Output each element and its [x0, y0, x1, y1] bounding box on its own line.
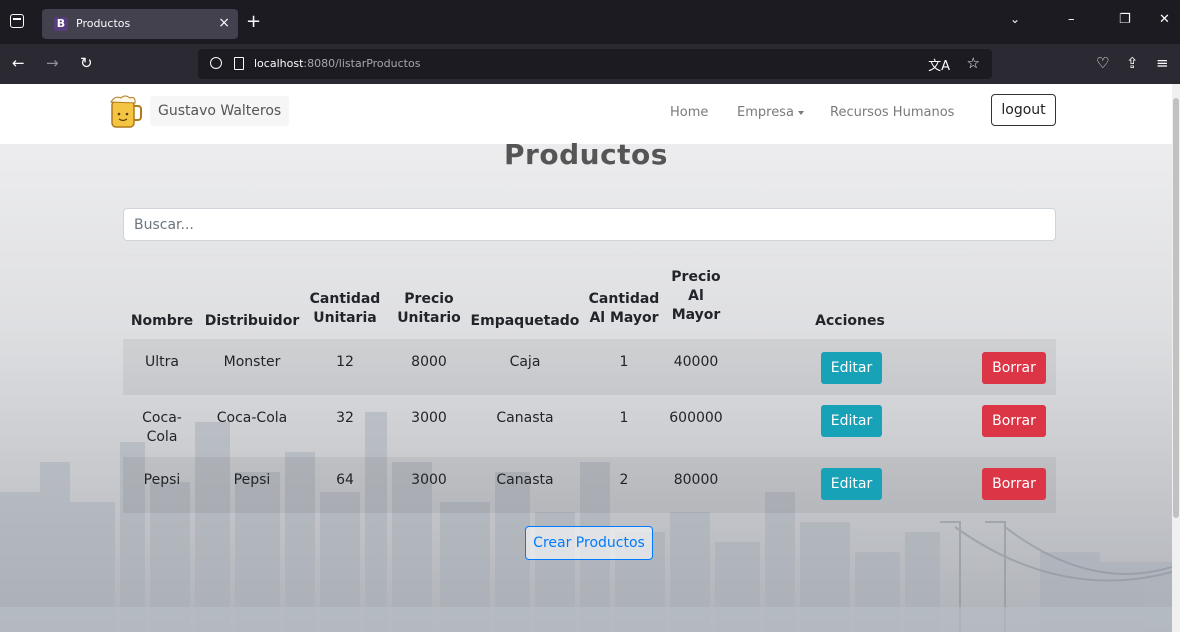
cell-distribuidor: Pepsi — [233, 472, 271, 488]
delete-button[interactable]: Borrar — [982, 405, 1046, 437]
share-icon[interactable]: ⇪ — [1126, 54, 1139, 72]
tracking-protection-icon[interactable] — [210, 57, 222, 69]
cell-precio-al-mayor: 80000 — [673, 472, 719, 488]
cell-cantidad-al-mayor: 1 — [619, 410, 629, 426]
forward-icon[interactable]: → — [46, 54, 59, 72]
edit-button[interactable]: Editar — [821, 468, 882, 500]
bootstrap-favicon-icon: B — [54, 17, 68, 31]
tab-list-icon[interactable] — [10, 14, 24, 28]
header-precio-al-mayor: Precio Al Mayor — [671, 269, 721, 323]
header-distribuidor: Distribuidor — [204, 313, 300, 329]
cell-empaquetado: Canasta — [496, 410, 554, 426]
delete-button[interactable]: Borrar — [982, 468, 1046, 500]
reload-icon[interactable]: ↻ — [80, 54, 93, 72]
bookmark-star-icon[interactable]: ☆ — [967, 54, 980, 72]
cell-precio-al-mayor: 600000 — [669, 410, 723, 426]
cell-cantidad-al-mayor: 1 — [619, 354, 629, 370]
header-nombre: Nombre — [130, 313, 194, 329]
nav-recursos-humanos-link[interactable]: Recursos Humanos — [830, 105, 954, 120]
cell-empaquetado: Caja — [509, 354, 541, 370]
beer-mug-logo-icon[interactable] — [107, 93, 143, 129]
tab-overflow-chevron-icon[interactable]: ⌄ — [1010, 12, 1020, 26]
close-tab-icon[interactable]: × — [218, 15, 230, 31]
cell-empaquetado: Canasta — [496, 472, 554, 488]
cell-precio-unitario: 8000 — [411, 354, 447, 370]
browser-tab[interactable]: B Productos × — [42, 9, 238, 39]
url-bar[interactable]: localhost:8080/listarProductos 文A ☆ — [198, 49, 992, 79]
page-scrollbar[interactable] — [1172, 84, 1180, 632]
tab-title: Productos — [76, 17, 131, 30]
cell-cantidad-al-mayor: 2 — [619, 472, 629, 488]
edit-button[interactable]: Editar — [821, 352, 882, 384]
header-cantidad-unitaria: Cantidad Unitaria — [309, 291, 381, 326]
header-empaquetado: Empaquetado — [470, 313, 580, 329]
cell-cantidad-unitaria: 32 — [336, 410, 354, 426]
cell-precio-unitario: 3000 — [411, 472, 447, 488]
brand-name[interactable]: Gustavo Walteros — [150, 96, 290, 126]
table-top-divider — [123, 255, 971, 256]
header-precio-unitario: Precio Unitario — [397, 291, 461, 326]
translate-icon[interactable]: 文A — [928, 55, 950, 74]
restore-icon[interactable]: ❐ — [1119, 12, 1131, 27]
nav-home-link[interactable]: Home — [670, 105, 708, 120]
cell-distribuidor: Monster — [223, 354, 281, 370]
menu-icon[interactable]: ≡ — [1156, 54, 1169, 72]
browser-toolbar: ← → ↻ localhost:8080/listarProductos 文A … — [0, 44, 1180, 84]
header-acciones: Acciones — [815, 313, 885, 329]
header-cantidad-al-mayor: Cantidad Al Mayor — [588, 291, 660, 326]
close-window-icon[interactable]: ✕ — [1159, 12, 1170, 27]
nav-empresa-dropdown[interactable]: Empresa — [737, 105, 804, 120]
minimize-icon[interactable]: – — [1068, 12, 1075, 27]
cell-nombre: Pepsi — [143, 472, 181, 488]
cell-distribuidor: Coca-Cola — [216, 410, 288, 426]
search-input[interactable] — [123, 208, 1056, 241]
back-icon[interactable]: ← — [12, 54, 25, 72]
logout-button[interactable]: logout — [991, 94, 1056, 126]
edit-button[interactable]: Editar — [821, 405, 882, 437]
page-info-icon[interactable] — [234, 57, 244, 70]
url-text[interactable]: localhost:8080/listarProductos — [254, 57, 420, 70]
page-title: Productos — [504, 138, 668, 171]
cell-precio-unitario: 3000 — [411, 410, 447, 426]
page-viewport: Gustavo Walteros Home Empresa Recursos H… — [0, 84, 1172, 632]
cell-precio-al-mayor: 40000 — [673, 354, 719, 370]
new-tab-icon[interactable]: + — [246, 11, 261, 32]
pocket-icon[interactable]: ♡ — [1096, 54, 1109, 72]
cell-nombre: Coca- Cola — [142, 410, 182, 445]
scrollbar-thumb[interactable] — [1173, 98, 1179, 518]
cell-nombre: Ultra — [145, 354, 179, 370]
cell-cantidad-unitaria: 64 — [336, 472, 354, 488]
browser-tab-bar: B Productos × + ⌄ – ❐ ✕ — [0, 0, 1180, 44]
create-products-button[interactable]: Crear Productos — [525, 526, 653, 560]
site-navbar: Gustavo Walteros Home Empresa Recursos H… — [0, 84, 1172, 144]
caret-down-icon — [797, 110, 804, 115]
cell-cantidad-unitaria: 12 — [336, 354, 354, 370]
delete-button[interactable]: Borrar — [982, 352, 1046, 384]
